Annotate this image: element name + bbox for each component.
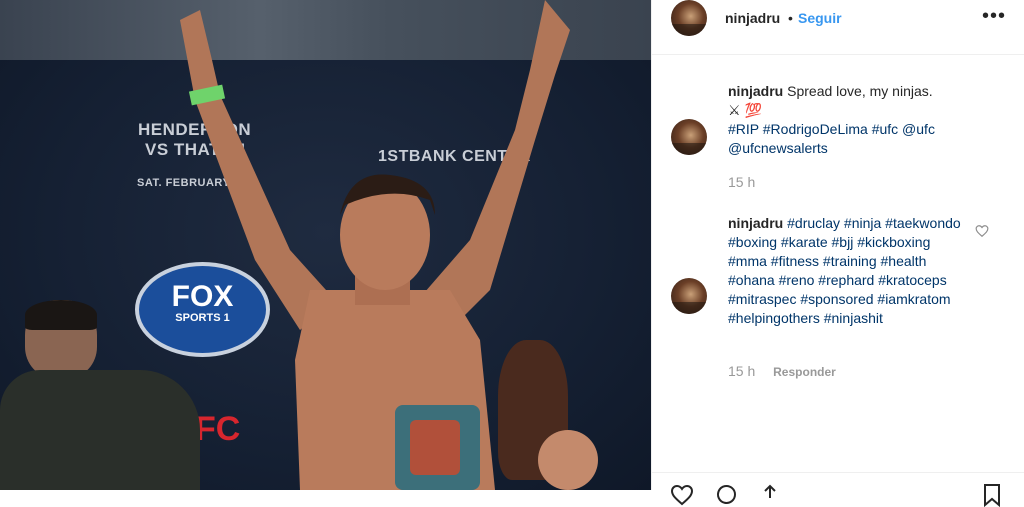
comment-time[interactable]: 15 h [728, 363, 755, 379]
fighter-figure [180, 0, 570, 490]
comment-meta: 15 h [728, 174, 755, 190]
post-action-bar [652, 472, 1024, 507]
comment-username[interactable]: ninjadru [728, 215, 783, 231]
comment-avatar[interactable] [671, 119, 707, 155]
comment-text: ninjadru #druclay #ninja #taekwondo #box… [728, 214, 968, 328]
comment-text: ninjadru Spread love, my ninjas. ⚔ 💯 #RI… [728, 82, 968, 158]
bookmark-icon[interactable] [980, 483, 1004, 507]
comment-avatar[interactable] [671, 278, 707, 314]
post-photo[interactable]: HENDERSON VS THATCH SAT. FEBRUARY 14 1ST… [0, 0, 651, 490]
author-avatar[interactable] [671, 0, 707, 36]
comment-tags[interactable]: #druclay #ninja #taekwondo #boxing #kara… [728, 215, 961, 326]
comment-username[interactable]: ninjadru [728, 83, 783, 99]
heart-icon[interactable] [670, 483, 694, 507]
post-header: ninjadru • Seguir ••• [652, 0, 1024, 55]
post-sidebar: ninjadru • Seguir ••• ninjadru Spread lo… [651, 0, 1024, 507]
comment-body: Spread love, my ninjas. [787, 83, 933, 99]
comment-icon[interactable] [714, 483, 738, 507]
more-options-icon[interactable]: ••• [982, 5, 1006, 28]
follow-button[interactable]: Seguir [798, 10, 842, 26]
like-comment-heart-icon[interactable] [975, 224, 989, 238]
share-icon[interactable] [758, 483, 782, 507]
comment-tags[interactable]: #RIP #RodrigoDeLima #ufc @ufc @ufcnewsal… [728, 121, 935, 156]
spectator-hair [25, 300, 97, 330]
comment-time[interactable]: 15 h [728, 174, 755, 190]
reply-button[interactable]: Responder [773, 365, 836, 379]
comment-emoji: ⚔ 💯 [728, 102, 762, 118]
author-username[interactable]: ninjadru [725, 10, 780, 26]
header-separator: • [788, 10, 793, 26]
comment-meta: 15 h Responder [728, 363, 836, 379]
